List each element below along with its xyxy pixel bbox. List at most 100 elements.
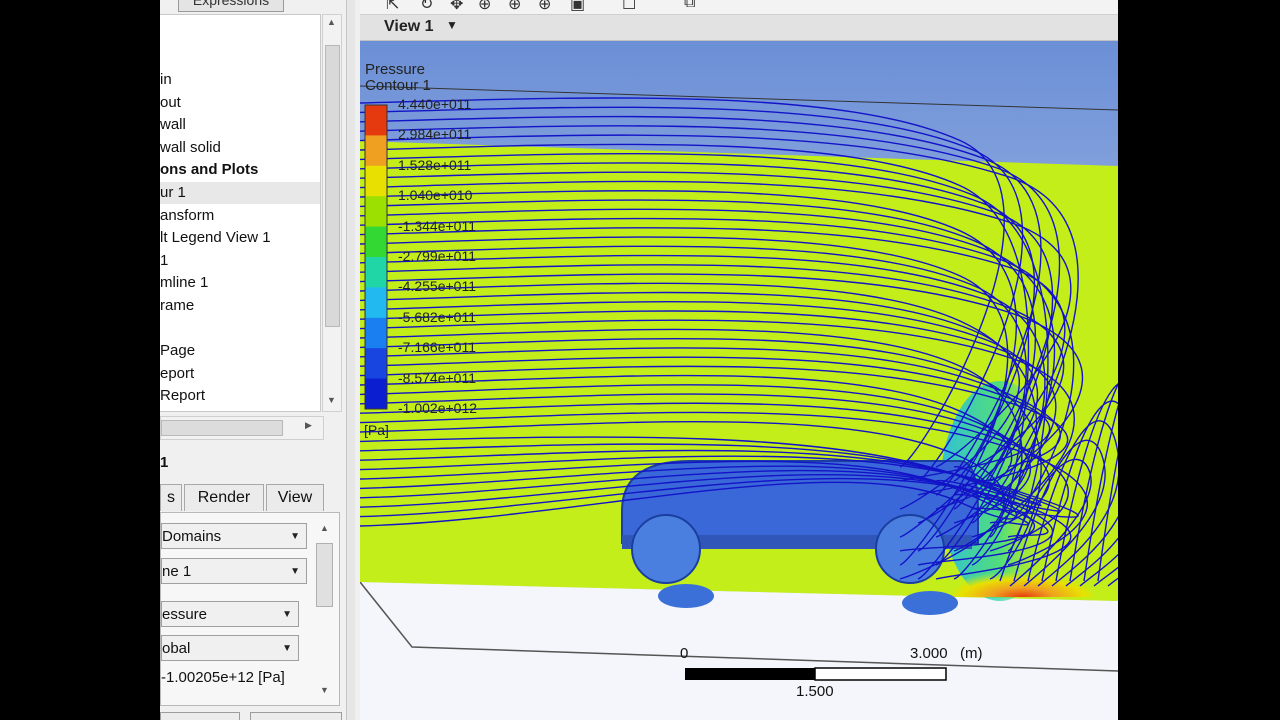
tree-horizontal-scrollbar[interactable]: ▶ [160,416,324,440]
legend-swatch [365,226,387,258]
scroll-up-icon[interactable]: ▲ [327,17,336,27]
tab-view[interactable]: View [266,484,324,511]
legend-tick-label: -8.574e+011 [398,369,476,386]
viewer-toolbar: ⇱ ↻ ✥ ⊕ ⊕ ⊕ ▣ ☐ ⧉ [360,0,1118,15]
tab-render[interactable]: Render [184,484,264,511]
variable-select[interactable]: essure ▼ [161,601,299,627]
front-wheel [631,514,701,584]
legend-swatch [365,317,387,349]
scroll-right-icon[interactable]: ▶ [305,420,312,431]
tab-geometry[interactable]: s [160,484,182,511]
legend-swatch [365,348,387,380]
details-title: 1 [160,454,169,471]
range-value: obal [162,640,191,657]
legend-swatch [365,196,387,228]
outline-tree: in out wall wall solid ons and Plots ur 1 ansf… [160,14,321,412]
legend-tick-label: 2.984e+011 [398,126,472,143]
form-scrollbar[interactable]: ▲ ▼ [315,517,333,701]
tree-item[interactable]: wall solid [160,137,221,159]
legend-tick-label: -5.682e+011 [398,308,476,325]
3d-viewport[interactable]: Pressure Contour 1 4.440e+011 2.984e+011 1… [359,41,1118,720]
letterbox-right [1118,0,1280,720]
chevron-down-icon[interactable]: ▼ [446,18,458,32]
legend-unit: [Pa] [364,422,389,438]
ruler-left-tick: 0 [680,645,689,662]
panel-splitter[interactable] [346,0,355,720]
tree-item[interactable]: eport [160,363,194,385]
view-title[interactable]: View 1 [384,18,434,36]
tree-scroll-thumb[interactable] [325,45,340,327]
chevron-down-icon: ▼ [290,566,300,577]
apply-button[interactable] [160,712,240,720]
scroll-down-icon[interactable]: ▼ [327,395,336,405]
legend-swatch [365,135,387,167]
viewer-panel: ⇱ ↻ ✥ ⊕ ⊕ ⊕ ▣ ☐ ⧉ View 1 ▼ Pressure Cont… [359,0,1118,720]
domains-value: Domains [162,528,222,545]
min-value-text: -1.00205e+12 [Pa] [161,669,285,686]
sync-icon[interactable]: ⧉ [684,0,695,12]
legend-tick-label: -1.344e+011 [398,217,476,234]
ruler-white-segment [814,667,947,681]
layout-icon[interactable]: ☐ [622,0,636,14]
highlight-icon[interactable]: ▣ [570,0,585,14]
view-selector-bar: View 1 ▼ [360,15,1118,41]
legend-tick-label: 1.528e+011 [398,156,472,173]
reset-button[interactable] [250,712,342,720]
tree-item[interactable]: 1 [160,250,168,272]
legend-swatch [365,378,387,410]
fit-view-icon[interactable]: ⊕ [538,0,551,14]
locations-value: ne 1 [162,563,192,580]
legend-tick-label: 4.440e+011 [398,96,472,112]
ruler-unit: (m) [960,645,983,662]
tree-item[interactable]: out [160,92,181,114]
select-icon[interactable]: ⇱ [386,0,399,14]
scroll-down-icon[interactable]: ▼ [320,685,329,695]
letterbox-left [0,0,160,720]
ruler-black-segment [685,668,815,680]
tree-hscroll-thumb[interactable] [161,420,283,436]
legend-swatch [365,165,387,197]
chevron-down-icon: ▼ [282,609,292,620]
tree-item[interactable]: ons and Plots [160,159,258,181]
legend-contour-name: Contour 1 [365,77,431,94]
tree-item[interactable]: ansform [160,205,214,227]
details-form: Domains ▼ ne 1 ▼ essure ▼ obal ▼ -1.0020… [160,512,340,706]
left-panel: Expressions in out wall wall solid ons and P… [160,0,358,720]
tree-item[interactable]: lt Legend View 1 [160,227,271,249]
tree-item[interactable]: ur 1 [160,182,320,204]
legend-title: Pressure Contour 1 [365,62,431,94]
rotate-icon[interactable]: ↻ [420,0,433,14]
locations-select[interactable]: ne 1 ▼ [161,558,307,584]
zoom-icon[interactable]: ⊕ [478,0,491,14]
form-scroll-thumb[interactable] [316,543,333,607]
rear-wheel-shadow [902,591,958,615]
scroll-up-icon[interactable]: ▲ [320,523,329,533]
legend-swatch [365,257,387,288]
chevron-down-icon: ▼ [282,643,292,654]
tab-expressions[interactable]: Expressions [178,0,284,12]
legend-colorbar [364,104,388,410]
legend-swatch [365,105,387,136]
legend-variable: Pressure [365,61,426,78]
tree-item[interactable]: Report [160,385,205,407]
tree-item[interactable]: in [160,69,172,91]
legend-tick-label: 1.040e+010 [398,187,473,204]
legend-swatch [365,287,387,319]
ruler-right-tick: 3.000 [910,645,948,662]
domains-select[interactable]: Domains ▼ [161,523,307,549]
tree-vertical-scrollbar[interactable]: ▲ ▼ [322,14,342,412]
zoom-box-icon[interactable]: ⊕ [508,0,521,14]
variable-value: essure [162,606,208,623]
range-select[interactable]: obal ▼ [161,635,299,661]
legend-tick-label: -4.255e+011 [398,278,476,295]
legend-tick-label: -1.002e+012 [398,400,478,416]
ruler-mid-label: 1.500 [796,683,834,700]
tree-item[interactable]: rame [160,295,194,317]
front-wheel-shadow [658,584,714,608]
tree-item[interactable]: wall [160,114,186,136]
pan-icon[interactable]: ✥ [450,0,463,14]
legend-tick-label: -7.166e+011 [398,339,476,356]
tree-item[interactable]: mline 1 [160,272,208,294]
chevron-down-icon: ▼ [290,531,300,542]
tree-item[interactable]: Page [160,340,195,362]
